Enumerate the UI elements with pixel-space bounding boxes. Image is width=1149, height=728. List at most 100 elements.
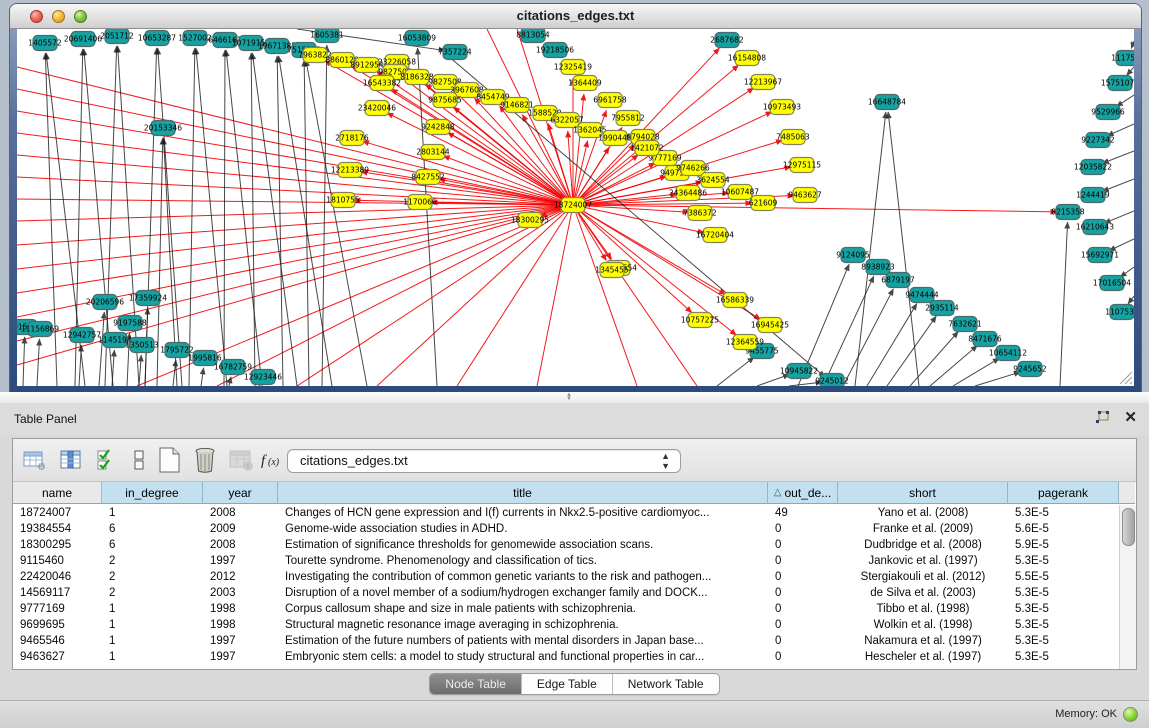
graph-node[interactable]: 15751074: [1101, 76, 1134, 91]
graph-node[interactable]: 1107533: [1105, 305, 1134, 320]
graph-edge[interactable]: [37, 339, 39, 386]
graph-edge[interactable]: [717, 357, 754, 386]
float-panel-icon[interactable]: [1093, 410, 1111, 426]
graph-node[interactable]: 9124095: [836, 248, 870, 263]
graph-node[interactable]: 16210643: [1076, 220, 1114, 235]
graph-node[interactable]: 2687682: [710, 33, 744, 48]
graph-edge[interactable]: [568, 131, 573, 205]
graph-node[interactable]: 2803144: [416, 145, 450, 160]
column-header-year[interactable]: year: [203, 482, 278, 504]
resize-grip-icon[interactable]: [1114, 366, 1134, 386]
graph-node[interactable]: 2718176: [335, 131, 369, 146]
rows-icon[interactable]: [125, 446, 153, 474]
graph-node[interactable]: 24364486: [669, 186, 707, 201]
column-visibility-icon[interactable]: [57, 446, 85, 474]
graph-node[interactable]: 10973493: [763, 100, 801, 115]
import-table-icon[interactable]: [227, 446, 255, 474]
graph-node[interactable]: 16648784: [868, 95, 906, 110]
graph-edge[interactable]: [1127, 67, 1134, 75]
graph-edge[interactable]: [1102, 151, 1134, 163]
table-row[interactable]: 1938455462009Genome-wide association stu…: [13, 521, 1119, 537]
graph-node[interactable]: 15692971: [1081, 248, 1119, 263]
graph-edge[interactable]: [201, 368, 204, 386]
graph-node[interactable]: 1405572: [28, 36, 62, 51]
graph-edge[interactable]: [573, 205, 612, 259]
graph-node[interactable]: 8215358: [1051, 205, 1085, 220]
table-row[interactable]: 946554611997Estimation of the future num…: [13, 633, 1119, 649]
graph-edge[interactable]: [224, 50, 225, 386]
graph-edge[interactable]: [573, 205, 1057, 212]
graph-node[interactable]: 1810755: [326, 193, 360, 208]
column-header-short[interactable]: short: [838, 482, 1008, 504]
graph-node[interactable]: 7485063: [776, 130, 810, 145]
graph-node[interactable]: 1117530: [1111, 51, 1134, 66]
graph-node[interactable]: 7632621: [948, 317, 982, 332]
graph-node[interactable]: 18300295: [511, 213, 549, 228]
table-row[interactable]: 1830029562008Estimation of significance …: [13, 537, 1119, 553]
graph-node[interactable]: 10757225: [681, 313, 719, 328]
vertical-scrollbar[interactable]: [1119, 505, 1136, 669]
graph-node[interactable]: 1170066: [403, 195, 437, 210]
network-window[interactable]: citations_edges.txt 14055722069140620517…: [10, 4, 1141, 392]
table-row[interactable]: 911546021997Tourette syndrome. Phenomeno…: [13, 553, 1119, 569]
graph-node[interactable]: 9245652: [1013, 362, 1047, 377]
graph-node[interactable]: 1605381: [310, 29, 344, 43]
graph-node[interactable]: 16720404: [696, 228, 734, 243]
graph-edge[interactable]: [1131, 41, 1134, 49]
tab-network-table[interactable]: Network Table: [613, 674, 719, 694]
citation-network-graph[interactable]: 1405572206914062051712106532871527002646…: [17, 29, 1134, 386]
graph-edge[interactable]: [910, 331, 958, 386]
graph-edge[interactable]: [277, 56, 283, 386]
graph-edge[interactable]: [823, 276, 874, 386]
graph-edge[interactable]: [251, 53, 255, 386]
column-header-in_degree[interactable]: in_degree: [102, 482, 203, 504]
graph-edge[interactable]: [1060, 222, 1068, 386]
graph-edge[interactable]: [226, 50, 262, 386]
graph-edge[interactable]: [930, 345, 977, 386]
graph-node[interactable]: 16945425: [751, 318, 789, 333]
graph-edge[interactable]: [757, 374, 790, 386]
graph-edge[interactable]: [252, 53, 297, 386]
graph-node[interactable]: 10654112: [989, 346, 1027, 361]
graph-node[interactable]: 1350513: [125, 338, 159, 353]
graph-edge[interactable]: [1128, 296, 1134, 304]
graph-node[interactable]: 9245012: [815, 374, 849, 387]
graph-edge[interactable]: [888, 112, 919, 386]
graph-node[interactable]: 6879197: [881, 273, 915, 288]
function-builder-icon[interactable]: f(x): [259, 446, 287, 474]
graph-node[interactable]: 20691406: [64, 32, 102, 47]
graph-node[interactable]: 6961758: [593, 93, 627, 108]
row-select-icon[interactable]: [93, 446, 121, 474]
table-row[interactable]: 1872400712008Changes of HCN gene express…: [13, 505, 1119, 521]
graph-edge[interactable]: [1116, 95, 1134, 107]
graph-node[interactable]: 2051712: [100, 29, 134, 44]
tab-node-table[interactable]: Node Table: [430, 674, 522, 694]
table-row[interactable]: 1456911722003Disruption of a novel membe…: [13, 585, 1119, 601]
graph-node[interactable]: 16154808: [728, 51, 766, 66]
graph-node[interactable]: 23420046: [358, 101, 396, 116]
graph-node[interactable]: 8427552: [411, 170, 445, 185]
tab-edge-table[interactable]: Edge Table: [522, 674, 613, 694]
graph-edge[interactable]: [975, 372, 1020, 386]
graph-node[interactable]: 1345455: [595, 263, 629, 278]
new-document-icon[interactable]: [155, 446, 183, 474]
graph-edge[interactable]: [189, 48, 195, 386]
scrollbar-thumb[interactable]: [1122, 508, 1135, 546]
graph-node[interactable]: 9197588: [113, 316, 147, 331]
graph-node[interactable]: 12035822: [1074, 160, 1112, 175]
graph-node[interactable]: 3624554: [696, 173, 730, 188]
close-panel-icon[interactable]: ✕: [1124, 408, 1137, 426]
graph-edge[interactable]: [573, 205, 692, 313]
graph-edge[interactable]: [887, 316, 936, 386]
graph-node[interactable]: 12213967: [744, 75, 782, 90]
graph-edge[interactable]: [1102, 179, 1134, 191]
graph-edge[interactable]: [79, 345, 81, 386]
column-header-name[interactable]: name: [13, 482, 102, 504]
graph-node[interactable]: 7386372: [683, 206, 717, 221]
graph-node[interactable]: 16053809: [398, 31, 436, 46]
graph-node[interactable]: 9875685: [428, 93, 462, 108]
delete-icon[interactable]: [191, 446, 219, 474]
table-row[interactable]: 946362711997Embryonic stem cells: a mode…: [13, 649, 1119, 665]
graph-node[interactable]: 1364409: [568, 76, 602, 91]
table-row[interactable]: 969969511998Structural magnetic resonanc…: [13, 617, 1119, 633]
